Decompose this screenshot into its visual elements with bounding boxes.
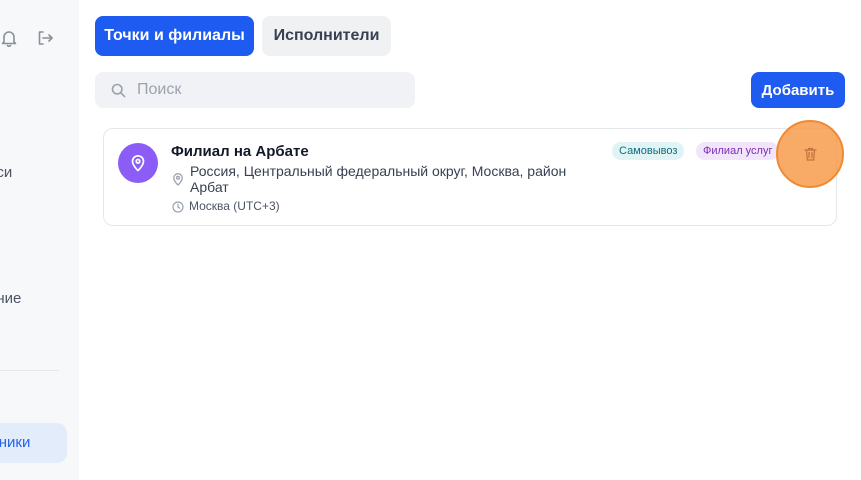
trash-icon [803,147,817,161]
branch-card[interactable]: Филиал на Арбате Россия, Центральный фед… [103,128,837,226]
delete-button[interactable] [776,120,844,188]
sidebar-item-label[interactable]: ание [0,290,21,307]
logout-icon[interactable] [35,28,55,48]
badge-pickup: Самовывоз [612,142,685,160]
sidebar-divider [0,370,59,371]
sidebar-item-label[interactable]: иси [0,164,12,181]
branch-address: Россия, Центральный федеральный округ, М… [190,163,567,195]
search-icon [111,83,126,98]
search-bar[interactable] [95,72,415,108]
add-button[interactable]: Добавить [751,72,845,108]
search-input[interactable] [137,81,397,99]
clock-icon [172,200,184,213]
branch-timezone: Москва (UTC+3) [189,199,280,213]
sidebar: иси ание дники [0,0,79,480]
tab-branches[interactable]: Точки и филиалы [95,16,254,56]
bell-icon[interactable] [0,28,19,48]
sidebar-active-label[interactable]: дники [0,434,30,451]
tab-performers[interactable]: Исполнители [262,16,391,56]
map-pin-icon [130,154,146,172]
map-pin-icon [172,172,184,186]
location-avatar [118,143,158,183]
badge-service-branch: Филиал услуг [696,142,780,160]
main-content: Точки и филиалы Исполнители Добавить Фил… [79,0,861,480]
branch-title: Филиал на Арбате [171,143,309,160]
